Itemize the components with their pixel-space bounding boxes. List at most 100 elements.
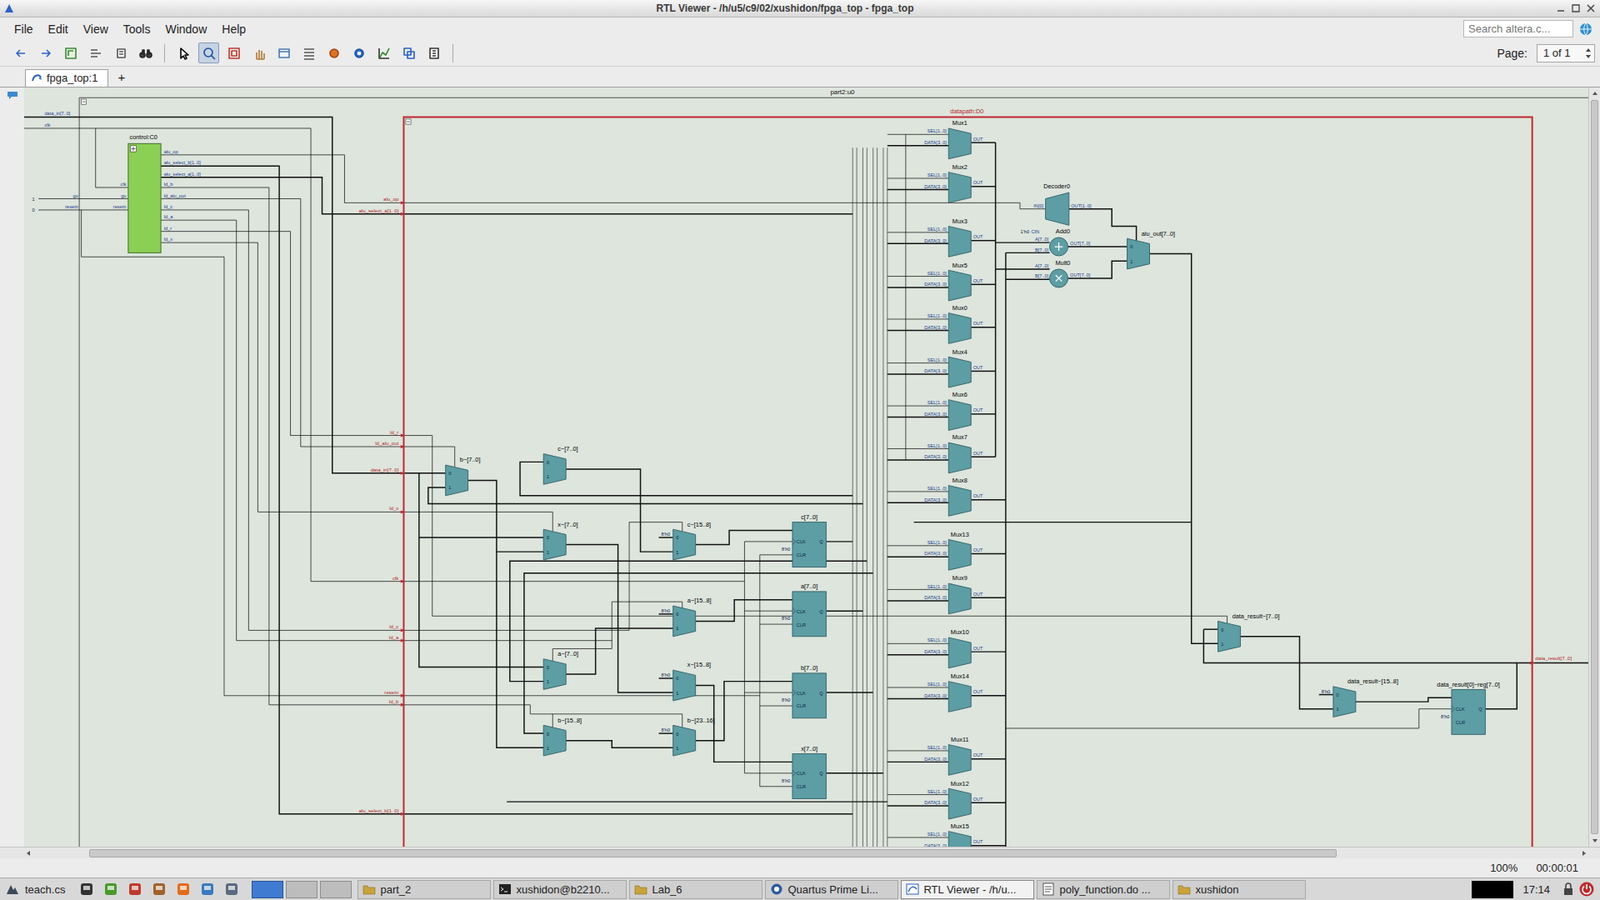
maximize-icon[interactable] [1570, 2, 1582, 15]
files-launcher-icon[interactable] [126, 880, 144, 898]
adder[interactable]: Add01'h0CINA[7..0]B[7..0]OUT[7..0] [1020, 227, 1091, 256]
top-input-pin[interactable]: data_in[7..0] [44, 110, 70, 116]
workspace[interactable] [251, 880, 284, 899]
vertical-scrollbar[interactable] [1588, 87, 1600, 847]
select-mux[interactable]: Mux4SEL[1..0]DATA[3..0]OUT [924, 348, 984, 388]
menu-item[interactable]: Help [214, 20, 254, 39]
toolbar-button[interactable] [173, 42, 195, 64]
decoder[interactable]: Decoder0IN[0]OUT[1..0] [1033, 182, 1092, 225]
toolbar-button[interactable] [323, 42, 345, 64]
desktop-launcher-icon[interactable] [223, 880, 240, 898]
task-button[interactable]: xushidon [1172, 880, 1306, 900]
toolbar-button[interactable] [223, 42, 245, 64]
mux[interactable]: b~[15..8]01 [543, 716, 582, 756]
select-mux[interactable]: Mux9SEL[1..0]DATA[3..0]OUT [924, 574, 984, 614]
start-menu[interactable]: teach.cs [3, 881, 74, 897]
globe-icon[interactable] [1578, 21, 1594, 37]
select-mux[interactable]: Mux2SEL[1..0]DATA[3..0]OUT [924, 163, 984, 203]
control-block[interactable]: control:C0alu_opalu_select_b[1..0]alu_se… [113, 133, 201, 253]
mux[interactable]: a~[15..8]018'h0 [661, 596, 712, 636]
firefox-launcher-icon[interactable] [175, 880, 192, 898]
menu-item[interactable]: Window [157, 20, 215, 39]
task-button[interactable]: poly_function.do ... [1036, 880, 1170, 900]
select-mux[interactable]: Mux1SEL[1..0]DATA[3..0]OUT [924, 119, 984, 159]
tab[interactable]: fpga_top:1 [25, 69, 109, 87]
menu-item[interactable]: Edit [40, 20, 76, 39]
register[interactable]: data_result[0]~reg[7..0]CLKCLRQ8'h0 [1436, 680, 1500, 735]
mux[interactable]: b~[23..16]018'h0 [661, 716, 715, 756]
select-mux[interactable]: Mux6SEL[1..0]DATA[3..0]OUT [924, 390, 984, 430]
task-button[interactable]: Lab_6 [629, 880, 763, 900]
scroll-thumb[interactable] [89, 849, 1337, 858]
close-icon[interactable] [1585, 2, 1597, 15]
mux[interactable]: data_result~[7..0]01 [1218, 612, 1280, 652]
toolbar-button[interactable] [248, 42, 270, 64]
select-mux[interactable]: Mux15SEL[1..0]DATA[3..0]OUT [924, 822, 984, 847]
toolbar-button[interactable] [373, 42, 395, 64]
mux[interactable]: c~[15..8]018'h0 [661, 520, 712, 560]
schematic-canvas[interactable]: part2:u0data_in[7..0]clkgoresetn10contro… [24, 87, 1589, 847]
collapse-icon[interactable] [81, 99, 87, 105]
select-mux[interactable]: Mux8SEL[1..0]DATA[3..0]OUT [924, 476, 984, 516]
box-launcher-icon[interactable] [150, 880, 168, 898]
expand-icon[interactable] [130, 145, 136, 152]
mux[interactable]: data_result~[15..8]018'h0 [1321, 677, 1399, 717]
task-button[interactable]: RTL Viewer - /h/u... [900, 880, 1035, 900]
register[interactable]: b[7..0]CLKCLRQ8'h0 [781, 664, 826, 719]
menu-item[interactable]: Tools [115, 20, 159, 39]
select-mux[interactable]: Mux11SEL[1..0]DATA[3..0]OUT [924, 735, 984, 775]
register[interactable]: x[7..0]CLKCLRQ8'h0 [781, 745, 826, 800]
workspace[interactable] [285, 880, 318, 899]
mux[interactable]: b~[7..0]01 [445, 455, 481, 495]
scroll-up-icon[interactable] [1590, 89, 1600, 98]
task-button[interactable]: part_2 [357, 880, 491, 900]
select-mux[interactable]: Mux14SEL[1..0]DATA[3..0]OUT [924, 672, 984, 712]
top-input-pin[interactable]: go [73, 193, 79, 199]
power-icon[interactable] [1578, 880, 1595, 898]
register[interactable]: a[7..0]CLKCLRQ8'h0 [781, 582, 826, 637]
chat-launcher-icon[interactable] [199, 880, 216, 898]
mux[interactable]: a~[7..0]01 [543, 650, 579, 690]
terminal-launcher-icon[interactable] [78, 880, 95, 898]
select-mux[interactable]: Mux13SEL[1..0]DATA[3..0]OUT [924, 530, 984, 570]
top-input-pin[interactable]: resetn [65, 204, 79, 210]
scroll-thumb[interactable] [1590, 100, 1599, 835]
task-button[interactable]: xushidon@b2210... [493, 880, 627, 900]
mux[interactable]: alu_out[7..0]01 [1127, 230, 1175, 270]
scroll-down-icon[interactable] [1590, 836, 1600, 845]
mux[interactable]: x~[7..0]01 [543, 520, 578, 560]
mux[interactable]: x~[15..8]018'h0 [661, 660, 712, 700]
select-mux[interactable]: Mux0SEL[1..0]DATA[3..0]OUT [924, 304, 984, 344]
horizontal-scrollbar[interactable] [0, 846, 1600, 859]
new-tab-button[interactable]: + [113, 70, 130, 87]
collapse-icon[interactable] [405, 119, 411, 125]
toolbar-button[interactable] [198, 42, 220, 64]
toolbar-button[interactable] [273, 42, 295, 64]
chat-bubble-icon[interactable] [5, 89, 20, 101]
menu-item[interactable]: View [75, 20, 116, 39]
toolbar-button[interactable] [398, 42, 420, 64]
toolbar-button[interactable] [85, 42, 106, 64]
select-mux[interactable]: Mux10SEL[1..0]DATA[3..0]OUT [924, 628, 984, 668]
select-mux[interactable]: Mux12SEL[1..0]DATA[3..0]OUT [924, 780, 984, 820]
toolbar-button[interactable] [110, 42, 131, 64]
multiplier[interactable]: Mult0A[7..0]B[7..0]OUT[7..0] [1035, 259, 1091, 288]
register[interactable]: c[7..0]CLKCLRQ8'h0 [781, 513, 826, 568]
leaf-launcher-icon[interactable] [102, 880, 120, 898]
lock-icon[interactable] [1560, 881, 1576, 897]
top-input-pin[interactable]: clk [44, 122, 50, 128]
toolbar-button[interactable] [35, 42, 56, 64]
select-mux[interactable]: Mux7SEL[1..0]DATA[3..0]OUT [924, 433, 984, 473]
mux[interactable]: c~[7..0]01 [543, 445, 578, 485]
toolbar-button[interactable] [10, 42, 31, 64]
page-spinbox[interactable]: 1 of 1 [1536, 44, 1595, 63]
toolbar-button[interactable] [60, 42, 81, 64]
clock[interactable]: 17:14 [1522, 883, 1550, 896]
menu-item[interactable]: File [6, 20, 41, 39]
search-field[interactable]: Search altera.c... [1463, 20, 1574, 38]
toolbar-button[interactable] [298, 42, 320, 64]
toolbar-button[interactable] [348, 42, 370, 64]
scroll-left-icon[interactable] [24, 848, 35, 859]
minimize-icon[interactable] [1555, 2, 1567, 15]
task-button[interactable]: Quartus Prime Li... [765, 880, 899, 900]
